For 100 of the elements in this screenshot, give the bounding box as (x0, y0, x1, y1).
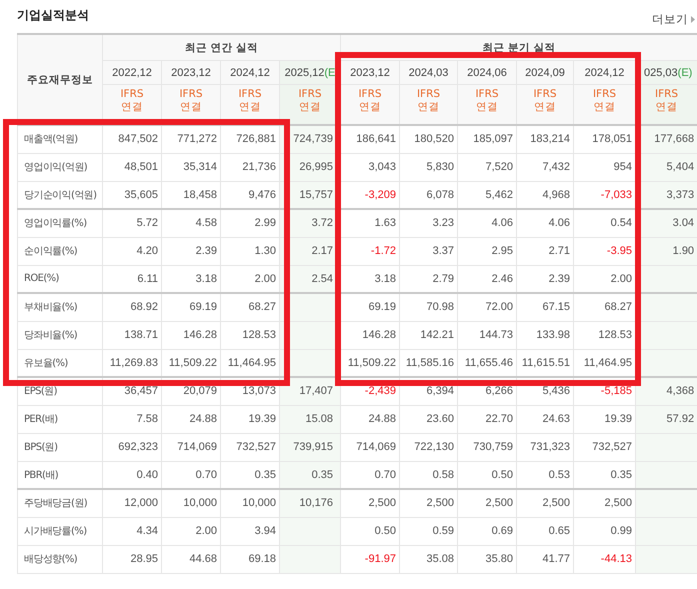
row-label: BPS(원) (18, 433, 102, 461)
table-cell: 185,097 (458, 125, 516, 153)
period-header: 2023,12 (340, 60, 400, 84)
basis-header: IFRS 연결 (516, 84, 574, 125)
table-cell: 68.27 (574, 293, 636, 321)
table-cell: 35.80 (458, 545, 516, 573)
triangle-icon (691, 16, 695, 23)
table-cell: 5.72 (102, 209, 162, 237)
table-cell: 4.20 (102, 237, 162, 265)
group-header: 최근 연간 실적 (102, 34, 340, 60)
table-cell: 183,214 (516, 125, 574, 153)
row-label: 영업이익(억원) (18, 153, 102, 181)
table-cell: -1.72 (340, 237, 400, 265)
table-cell: 28.95 (102, 545, 162, 573)
table-cell: 24.63 (516, 405, 574, 433)
table-cell: 4.06 (458, 209, 516, 237)
table-cell: 6,266 (458, 377, 516, 405)
row-label: ROE(%) (18, 265, 102, 293)
row-label: 유보율(%) (18, 349, 102, 377)
table-cell: 0.50 (340, 517, 400, 545)
table-cell: 6,394 (400, 377, 458, 405)
table-cell: 4.06 (516, 209, 574, 237)
table-cell: 1.63 (340, 209, 400, 237)
table-cell: 3,043 (340, 153, 400, 181)
row-label: 주당배당금(원) (18, 489, 102, 517)
table-cell: 36,457 (102, 377, 162, 405)
period-header: 2023,12 (162, 60, 220, 84)
basis-header: IFRS 연결 (400, 84, 458, 125)
table-cell: 731,323 (516, 433, 574, 461)
table-cell: 35,314 (162, 153, 220, 181)
section-title: 기업실적분석 (17, 7, 89, 24)
table-cell: 692,323 (102, 433, 162, 461)
table-cell: 142.21 (400, 321, 458, 349)
table-cell: 730,759 (458, 433, 516, 461)
basis-header: IFRS 연결 (574, 84, 636, 125)
table-cell: 2.00 (162, 517, 220, 545)
row-label: 부채비율(%) (18, 293, 102, 321)
table-cell: 722,130 (400, 433, 458, 461)
row-label: 당기순이익(억원) (18, 181, 102, 209)
more-link[interactable]: 더보기 (652, 12, 695, 27)
table-cell: 10,000 (162, 489, 220, 517)
table-cell: 714,069 (340, 433, 400, 461)
table-cell: 144.73 (458, 321, 516, 349)
table-cell: 2.71 (516, 237, 574, 265)
period-header: 2024,12 (220, 60, 280, 84)
row-label: 순이익률(%) (18, 237, 102, 265)
table-cell: 57.92 (636, 405, 697, 433)
period-header: 2024,12 (574, 60, 636, 84)
table-cell: 10,176 (280, 489, 340, 517)
table-cell: 69.19 (162, 293, 220, 321)
table-cell: -2,439 (340, 377, 400, 405)
table-cell: 7.58 (102, 405, 162, 433)
table-cell: 4.34 (102, 517, 162, 545)
table-cell: 180,520 (400, 125, 458, 153)
table-cell: 2,500 (400, 489, 458, 517)
period-header: 2024,09 (516, 60, 574, 84)
row-label: 영업이익률(%) (18, 209, 102, 237)
table-cell: 739,915 (280, 433, 340, 461)
table-cell: 3.37 (400, 237, 458, 265)
table-cell: 15.08 (280, 405, 340, 433)
table-cell: 2,500 (516, 489, 574, 517)
table-cell: 17,407 (280, 377, 340, 405)
table-cell: 146.28 (340, 321, 400, 349)
table-cell: 0.35 (280, 461, 340, 489)
table-cell: 2,500 (340, 489, 400, 517)
table-cell: 20,079 (162, 377, 220, 405)
table-cell: 714,069 (162, 433, 220, 461)
table-cell: 67.15 (516, 293, 574, 321)
table-cell: 48,501 (102, 153, 162, 181)
table-cell: 0.59 (400, 517, 458, 545)
table-cell: 24.88 (162, 405, 220, 433)
table-cell: 138.71 (102, 321, 162, 349)
row-label: 당좌비율(%) (18, 321, 102, 349)
table-cell: -91.97 (340, 545, 400, 573)
table-cell: 69.19 (340, 293, 400, 321)
row-label: PBR(배) (18, 461, 102, 489)
table-cell: 24.88 (340, 405, 400, 433)
period-header: 2024,03 (400, 60, 458, 84)
table-cell: 5,436 (516, 377, 574, 405)
table-cell: 72.00 (458, 293, 516, 321)
basis-header: IFRS 연결 (340, 84, 400, 125)
table-cell: 0.69 (458, 517, 516, 545)
table-cell: 35.08 (400, 545, 458, 573)
table-cell: 0.65 (516, 517, 574, 545)
table-cell: 23.60 (400, 405, 458, 433)
table-cell: 44.68 (162, 545, 220, 573)
period-header: 2024,06 (458, 60, 516, 84)
table-cell: 2.39 (162, 237, 220, 265)
table-cell: 133.98 (516, 321, 574, 349)
table-cell: 178,051 (574, 125, 636, 153)
table-cell: 4,368 (636, 377, 697, 405)
period-header: 2022,12 (102, 60, 162, 84)
row-label: 시가배당률(%) (18, 517, 102, 545)
row-label: 배당성향(%) (18, 545, 102, 573)
table-cell: 3.23 (400, 209, 458, 237)
table-cell: 5,830 (400, 153, 458, 181)
row-label: PER(배) (18, 405, 102, 433)
table-cell: 7,432 (516, 153, 574, 181)
table-cell: 0.54 (574, 209, 636, 237)
table-cell: 7,520 (458, 153, 516, 181)
